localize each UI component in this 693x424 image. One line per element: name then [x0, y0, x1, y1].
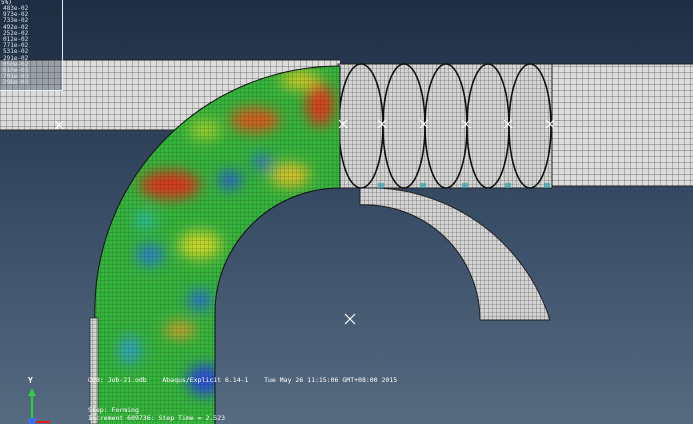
run-date: Tue May 26 11:15:06 GMT+08:00 2015 [264, 376, 398, 384]
contour-legend: 5%) 483e-02 973e-02 733e-02 492e-02 252e… [0, 0, 63, 91]
y-axis-arrowhead [28, 388, 36, 396]
odb-name: ODB: Job-21.odb [88, 376, 147, 384]
solver-version: Abaqus/Explicit 6.14-1 [162, 376, 249, 384]
legend-value: 298e-03 [3, 79, 29, 87]
legend-values: 483e-02 973e-02 733e-02 492e-02 252e-02 … [3, 5, 29, 87]
triad-origin [28, 418, 36, 424]
straight-tube-right [550, 63, 693, 187]
model-viewport[interactable] [0, 0, 693, 424]
wrinkle-rings [337, 63, 553, 189]
increment-label: Increment [88, 414, 124, 422]
step-time-label: Step Time = [158, 414, 202, 422]
increment-value: 609736: [127, 414, 155, 422]
step-name: Step: Forming [88, 406, 139, 414]
step-time-value: 2.523 [205, 414, 226, 422]
view-triad: Y [20, 372, 60, 424]
increment-line: Increment 609736: Step Time = 2.523 [88, 414, 225, 422]
odb-info-line: ODB: Job-21.odb Abaqus/Explicit 6.14-1 T… [88, 376, 397, 384]
bend-die-arc [359, 187, 551, 321]
